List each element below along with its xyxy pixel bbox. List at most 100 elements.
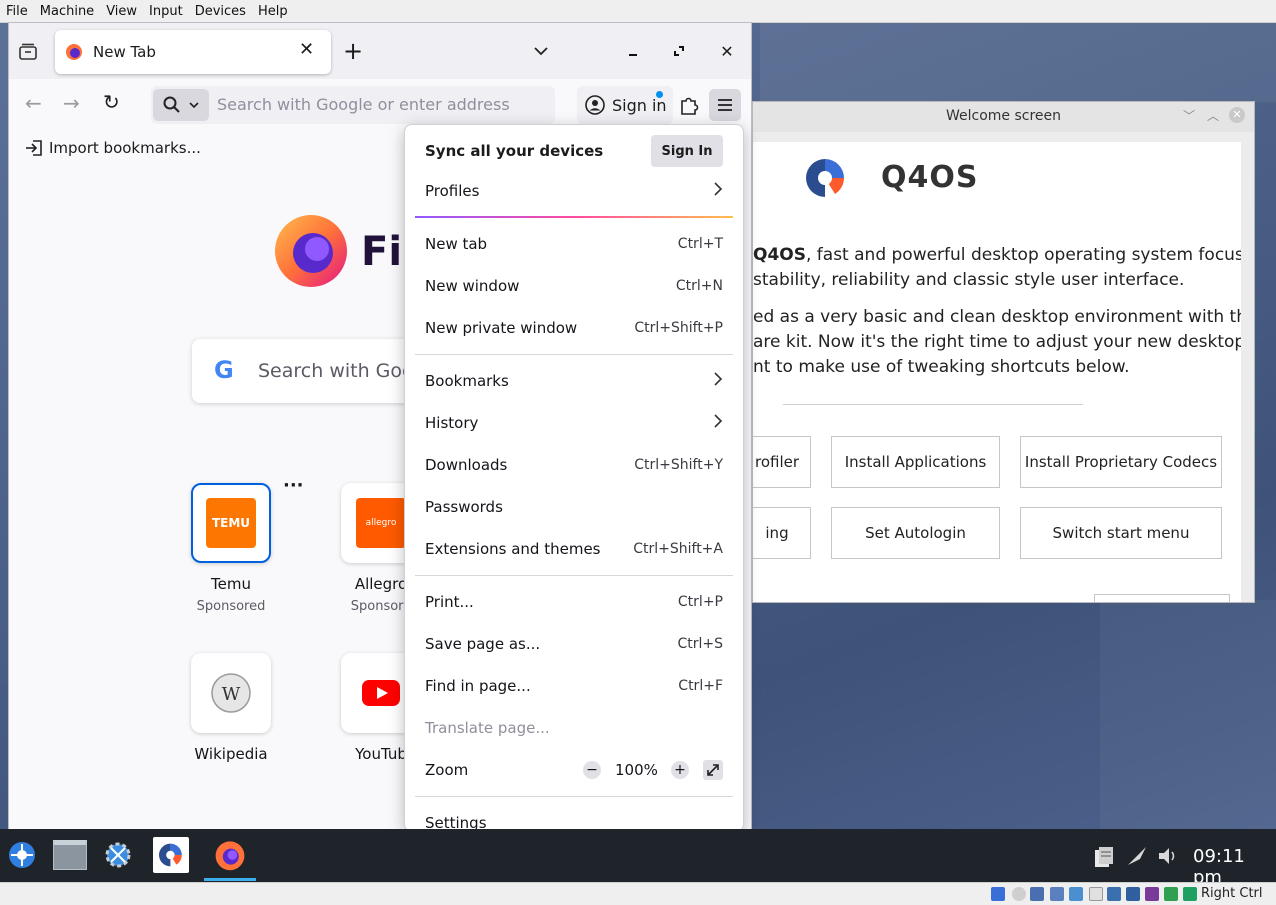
network-icon[interactable] — [1126, 845, 1148, 871]
menu-input[interactable]: Input — [143, 4, 189, 19]
menu-item-find-in-page[interactable]: Find in page... Ctrl+F — [415, 666, 733, 706]
menu-item-downloads[interactable]: Downloads Ctrl+Shift+Y — [415, 445, 733, 485]
url-input-placeholder[interactable]: Search with Google or enter address — [217, 95, 510, 114]
zoom-in-plus-icon[interactable]: + — [671, 761, 689, 779]
hard-disk-icon[interactable] — [991, 887, 1005, 901]
tab-overview-icon[interactable] — [15, 39, 41, 65]
menu-separator — [415, 575, 733, 576]
menu-help[interactable]: Help — [252, 4, 294, 19]
menu-item-profiles[interactable]: Profiles — [415, 171, 733, 211]
shortcut-tile-wikipedia[interactable]: W — [191, 653, 271, 733]
menu-label: Print... — [425, 593, 474, 611]
guest-additions-icon[interactable] — [1164, 887, 1178, 901]
app-menu-button[interactable] — [709, 89, 741, 121]
desktop-profiler-icon[interactable] — [100, 837, 136, 873]
maximize-icon[interactable] — [667, 39, 691, 63]
menu-separator — [415, 796, 733, 797]
menu-file[interactable]: File — [0, 4, 34, 19]
install-applications-button[interactable]: Install Applications — [831, 436, 1000, 488]
chevron-down-icon — [189, 102, 199, 109]
show-desktop-icon[interactable] — [52, 837, 88, 873]
video-capture-icon[interactable] — [1126, 887, 1140, 901]
menu-devices[interactable]: Devices — [189, 4, 252, 19]
network-adapter-icon[interactable] — [1050, 887, 1064, 901]
q4os-brand: Q4OS — [881, 160, 979, 195]
audio-icon[interactable] — [1030, 887, 1044, 901]
minimize-icon[interactable] — [621, 39, 645, 63]
list-tabs-chevron-down-icon[interactable] — [529, 39, 553, 63]
zoom-out-minus-icon[interactable]: − — [583, 761, 601, 779]
menu-item-history[interactable]: History — [415, 403, 733, 443]
welcome-titlebar: Welcome screen ﹀ ︿ ✕ — [753, 102, 1254, 132]
sign-in-button[interactable]: Sign in — [577, 86, 673, 124]
ing-button[interactable]: ing — [753, 507, 811, 559]
display-icon[interactable] — [1107, 887, 1121, 901]
sync-sign-in-button[interactable]: Sign In — [651, 135, 723, 167]
optical-drive-icon[interactable] — [1012, 887, 1026, 901]
switch-start-menu-button[interactable]: Switch start menu — [1020, 507, 1222, 559]
profiler-button[interactable]: rofiler — [753, 436, 811, 488]
welcome-paragraph-2-line-1: ed as a very basic and clean desktop env… — [753, 307, 1241, 327]
mouse-integration-icon[interactable] — [1183, 887, 1197, 901]
content-search-box[interactable]: G Search with Goo — [192, 339, 432, 403]
menu-item-extensions-and-themes[interactable]: Extensions and themes Ctrl+Shift+A — [415, 529, 733, 569]
vbox-statusbar: Right Ctrl — [0, 882, 1276, 905]
shade-chevron-down-icon[interactable]: ﹀ — [1183, 102, 1195, 130]
close-tab-icon[interactable]: ✕ — [299, 39, 314, 60]
q4os-welcome-taskbar-icon[interactable] — [153, 837, 189, 873]
usb-icon[interactable] — [1069, 887, 1083, 901]
clipboard-icon[interactable] — [1092, 845, 1116, 873]
menu-item-bookmarks[interactable]: Bookmarks — [415, 361, 733, 401]
import-bookmarks-button[interactable]: Import bookmarks... — [25, 139, 201, 157]
tab-new-tab[interactable]: New Tab ✕ — [55, 30, 331, 74]
tile-label-temu: Temu — [211, 575, 251, 593]
welcome-divider — [783, 404, 1083, 405]
menu-item-translate-page: Translate page... — [415, 708, 733, 748]
close-window-icon[interactable]: ✕ — [715, 39, 739, 63]
menu-machine[interactable]: Machine — [34, 4, 100, 19]
reload-icon[interactable]: ↻ — [103, 90, 120, 114]
svg-text:W: W — [222, 684, 241, 705]
chevron-right-icon — [713, 371, 723, 391]
tab-bar: New Tab ✕ + ✕ — [9, 23, 751, 79]
extensions-puzzle-icon[interactable] — [679, 93, 699, 119]
menu-label: Downloads — [425, 456, 508, 474]
new-tab-plus-icon[interactable]: + — [341, 37, 365, 65]
sync-gradient-divider — [415, 216, 733, 218]
menu-shortcut: Ctrl+Shift+P — [634, 320, 723, 336]
shortcut-tile-temu[interactable]: TEMU — [191, 483, 271, 563]
volume-speaker-icon[interactable] — [1156, 844, 1180, 872]
firefox-taskbar-icon[interactable] — [212, 837, 248, 873]
start-menu-icon[interactable] — [4, 837, 40, 873]
menu-item-new-window[interactable]: New window Ctrl+N — [415, 266, 733, 306]
url-bar[interactable]: Search with Google or enter address — [151, 86, 555, 124]
menu-item-new-tab[interactable]: New tab Ctrl+T — [415, 224, 733, 264]
menu-item-print[interactable]: Print... Ctrl+P — [415, 582, 733, 622]
menu-item-new-private-window[interactable]: New private window Ctrl+Shift+P — [415, 308, 733, 348]
back-arrow-icon[interactable]: ← — [25, 91, 42, 115]
shared-folders-icon[interactable] — [1089, 887, 1103, 901]
welcome-bottom-button-edge[interactable] — [1094, 594, 1230, 602]
menu-label: New window — [425, 277, 520, 295]
menu-view[interactable]: View — [100, 4, 143, 19]
fullscreen-expand-icon[interactable] — [703, 760, 723, 780]
menu-item-save-page-as[interactable]: Save page as... Ctrl+S — [415, 624, 733, 664]
search-engine-button[interactable] — [153, 89, 209, 121]
virtualization-icon[interactable] — [1145, 887, 1159, 901]
temu-icon: TEMU — [206, 498, 256, 548]
import-icon — [26, 140, 42, 156]
welcome-close-icon[interactable]: ✕ — [1229, 107, 1245, 123]
menu-item-passwords[interactable]: Passwords — [415, 487, 733, 527]
install-proprietary-codecs-button[interactable]: Install Proprietary Codecs — [1020, 436, 1222, 488]
tile-more-options-icon[interactable]: ··· — [283, 475, 304, 496]
set-autologin-button[interactable]: Set Autologin — [831, 507, 1000, 559]
firefox-favicon-icon — [65, 43, 83, 65]
welcome-paragraph-2-line-3: nt to make use of tweaking shortcuts bel… — [753, 357, 1130, 377]
menu-item-settings[interactable]: Settings — [415, 803, 733, 831]
menu-label: New private window — [425, 319, 578, 337]
shade-chevron-up-icon[interactable]: ︿ — [1207, 102, 1219, 130]
menu-label: New tab — [425, 235, 488, 253]
zoom-value[interactable]: 100% — [615, 761, 658, 779]
welcome-window-title: Welcome screen — [945, 108, 1062, 124]
forward-arrow-icon[interactable]: → — [63, 91, 80, 115]
